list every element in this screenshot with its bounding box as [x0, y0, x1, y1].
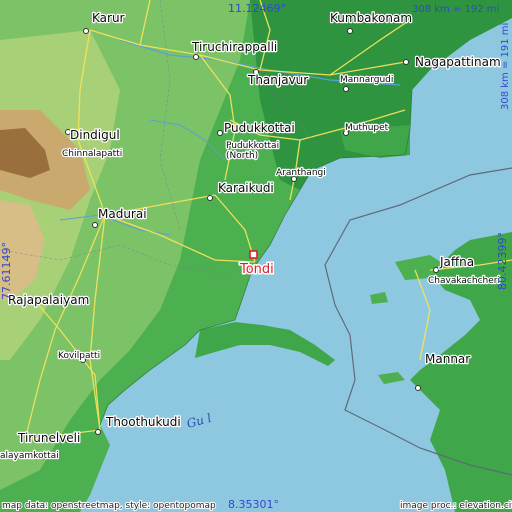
- city-label-thoothukudi: Thoothukudi: [105, 415, 181, 429]
- city-label-thanjavur: Thanjavur: [247, 73, 308, 87]
- city-label-kumbakonam: Kumbakonam: [330, 11, 412, 25]
- city-label-karur: Karur: [92, 11, 125, 25]
- city-label-mannargudi: Mannargudi: [340, 75, 393, 85]
- city-label-chavakachcheri: Chavakachcheri: [428, 276, 500, 286]
- city-label-madurai: Madurai: [98, 207, 147, 221]
- city-label-kovilpatti: Kovilpatti: [58, 351, 100, 361]
- map-viewport[interactable]: Karur Kumbakonam Tiruchirappalli Thanjav…: [0, 0, 512, 512]
- scale-vertical: 308 km = 191 mi: [500, 23, 511, 110]
- city-label-tiruchirappalli: Tiruchirappalli: [191, 40, 277, 54]
- coord-south: 8.35301°: [228, 498, 279, 511]
- target-city-label: Tondi: [239, 262, 274, 277]
- city-label-nagapattinam: Nagapattinam: [415, 55, 501, 69]
- credit-image-proc: image proc.: elevation.city: [400, 501, 512, 511]
- city-label-pudukkottai-north: Pudukkottai: [226, 141, 279, 151]
- city-label-karaikudi: Karaikudi: [218, 181, 274, 195]
- city-label-mannar: Mannar: [425, 352, 470, 366]
- city-label-aranthangi: Aranthangi: [276, 168, 326, 178]
- city-label-palayamkottai: alayamkottai: [0, 451, 59, 461]
- coord-north: 11.12469°: [228, 2, 286, 15]
- scale-horizontal: 308 km = 192 mi: [412, 4, 499, 15]
- city-label-pudukkottai: Pudukkottai: [224, 121, 295, 135]
- city-label-dindigul: Dindigul: [70, 128, 120, 142]
- city-label-jaffna: Jaffna: [439, 255, 474, 269]
- city-label-tirunelveli: Tirunelveli: [17, 431, 80, 445]
- coord-east: 80.42399°: [496, 232, 509, 290]
- map-canvas: Karur Kumbakonam Tiruchirappalli Thanjav…: [0, 0, 512, 512]
- city-label-pudukkottai-north-suffix: (North): [226, 151, 258, 161]
- credit-map-data: map data: openstreetmap, style: opentopo…: [2, 501, 216, 511]
- coord-west: 77.61149°: [0, 242, 13, 300]
- city-label-muthupet: Muthupet: [345, 123, 389, 133]
- city-label-rajapalaiyam: Rajapalaiyam: [8, 293, 89, 307]
- target-city-marker[interactable]: [249, 250, 258, 259]
- city-label-chinnalapatti: Chinnalapatti: [62, 149, 122, 159]
